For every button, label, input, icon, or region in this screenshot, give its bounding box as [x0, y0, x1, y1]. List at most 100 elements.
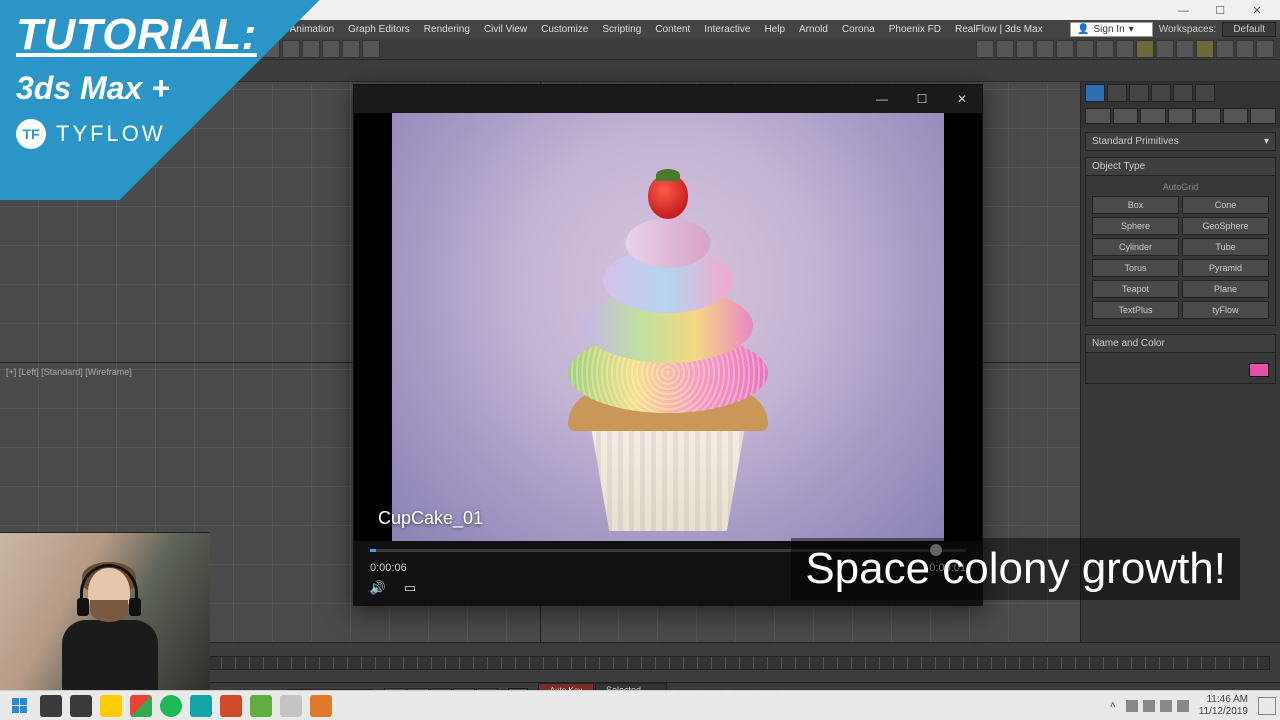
task-search-icon[interactable] — [40, 695, 62, 717]
video-maximize-button[interactable]: ☐ — [902, 85, 942, 113]
task-spotify-icon[interactable] — [160, 695, 182, 717]
task-app-icon[interactable] — [220, 695, 242, 717]
menu-corona[interactable]: Corona — [836, 24, 881, 35]
presenter — [40, 560, 170, 690]
menu-customize[interactable]: Customize — [535, 24, 594, 35]
toolbar-button[interactable] — [996, 40, 1014, 58]
minimize-button[interactable]: — — [1166, 5, 1200, 17]
toolbar-button[interactable] — [1236, 40, 1254, 58]
task-app-icon[interactable] — [280, 695, 302, 717]
video-frame-image — [392, 113, 945, 541]
clock-time: 11:46 AM — [1199, 694, 1248, 706]
tab-display[interactable] — [1173, 84, 1193, 102]
cat-geometry[interactable] — [1085, 108, 1111, 124]
cat-cameras[interactable] — [1168, 108, 1194, 124]
cat-systems[interactable] — [1250, 108, 1276, 124]
toolbar-button[interactable] — [1216, 40, 1234, 58]
tab-modify[interactable] — [1107, 84, 1127, 102]
banner-subtitle: 3ds Max + — [16, 70, 364, 107]
video-close-button[interactable]: ✕ — [942, 85, 982, 113]
toolbar-button[interactable] — [1136, 40, 1154, 58]
cat-shapes[interactable] — [1113, 108, 1139, 124]
tray-chevron-icon[interactable]: ˄ — [1110, 700, 1116, 711]
obj-tyflow-button[interactable]: tyFlow — [1182, 301, 1269, 319]
signin-label: Sign In — [1094, 24, 1125, 35]
close-button[interactable]: ✕ — [1240, 4, 1274, 17]
volume-icon[interactable]: 🔊 — [370, 580, 386, 596]
obj-box-button[interactable]: Box — [1092, 196, 1179, 214]
menu-civilview[interactable]: Civil View — [478, 24, 533, 35]
autogrid-checkbox[interactable]: AutoGrid — [1092, 182, 1269, 192]
workspace-label: Workspaces: — [1159, 24, 1217, 35]
task-app-icon[interactable] — [310, 695, 332, 717]
tab-create[interactable] — [1085, 84, 1105, 102]
tab-utilities[interactable] — [1195, 84, 1215, 102]
toolbar-button[interactable] — [1156, 40, 1174, 58]
video-caption: CupCake_01 — [378, 508, 483, 529]
notifications-button[interactable] — [1258, 697, 1276, 715]
obj-teapot-button[interactable]: Teapot — [1092, 280, 1179, 298]
toolbar-button[interactable] — [1076, 40, 1094, 58]
toolbar-button[interactable] — [1116, 40, 1134, 58]
video-titlebar: — ☐ ✕ — [354, 85, 982, 113]
video-time-elapsed: 0:00:06 — [370, 562, 407, 574]
tray-volume-icon[interactable] — [1177, 700, 1189, 712]
video-minimize-button[interactable]: — — [862, 85, 902, 113]
video-player-window[interactable]: — ☐ ✕ CupCake_01 — [353, 84, 983, 606]
tab-hierarchy[interactable] — [1129, 84, 1149, 102]
task-explorer-icon[interactable] — [100, 695, 122, 717]
taskbar-clock[interactable]: 11:46 AM 11/12/2019 — [1199, 694, 1248, 717]
obj-geosphere-button[interactable]: GeoSphere — [1182, 217, 1269, 235]
rollout-name-color[interactable]: Name and Color — [1085, 334, 1276, 353]
subtitle-icon[interactable]: ▭ — [402, 580, 418, 596]
toolbar-button[interactable] — [1176, 40, 1194, 58]
menu-arnold[interactable]: Arnold — [793, 24, 834, 35]
obj-tube-button[interactable]: Tube — [1182, 238, 1269, 256]
rollout-object-type[interactable]: Object Type — [1085, 157, 1276, 176]
cat-helpers[interactable] — [1195, 108, 1221, 124]
tray-icon[interactable] — [1126, 700, 1138, 712]
cat-spacewarps[interactable] — [1223, 108, 1249, 124]
toolbar-button[interactable] — [1096, 40, 1114, 58]
obj-torus-button[interactable]: Torus — [1092, 259, 1179, 277]
toolbar-button[interactable] — [1036, 40, 1054, 58]
task-cortana-icon[interactable] — [70, 695, 92, 717]
webcam-inset — [0, 532, 210, 690]
menu-interactive[interactable]: Interactive — [698, 24, 756, 35]
obj-textplus-button[interactable]: TextPlus — [1092, 301, 1179, 319]
task-chrome-icon[interactable] — [130, 695, 152, 717]
rollout-title-label: Object Type — [1092, 161, 1145, 172]
tyflow-text: TYFLOW — [56, 121, 166, 147]
toolbar-button[interactable] — [1056, 40, 1074, 58]
tab-motion[interactable] — [1151, 84, 1171, 102]
obj-cylinder-button[interactable]: Cylinder — [1092, 238, 1179, 256]
menu-phoenixfd[interactable]: Phoenix FD — [883, 24, 947, 35]
menu-content[interactable]: Content — [649, 24, 696, 35]
obj-cone-button[interactable]: Cone — [1182, 196, 1269, 214]
tray-icon[interactable] — [1143, 700, 1155, 712]
start-button[interactable] — [4, 693, 34, 719]
obj-pyramid-button[interactable]: Pyramid — [1182, 259, 1269, 277]
color-swatch[interactable] — [1249, 363, 1269, 377]
menu-rendering[interactable]: Rendering — [418, 24, 476, 35]
menu-realflow[interactable]: RealFlow | 3ds Max — [949, 24, 1049, 35]
obj-plane-button[interactable]: Plane — [1182, 280, 1269, 298]
menu-scripting[interactable]: Scripting — [596, 24, 647, 35]
task-camtasia-icon[interactable] — [250, 695, 272, 717]
task-3dsmax-icon[interactable] — [190, 695, 212, 717]
tray-network-icon[interactable] — [1160, 700, 1172, 712]
workspace-dropdown[interactable]: Default — [1222, 22, 1276, 37]
cat-lights[interactable] — [1140, 108, 1166, 124]
viewport-label[interactable]: [+] [Left] [Standard] [Wireframe] — [6, 367, 132, 377]
toolbar-button[interactable] — [976, 40, 994, 58]
primitives-dropdown[interactable]: Standard Primitives ▾ — [1085, 132, 1276, 151]
toolbar-button[interactable] — [1196, 40, 1214, 58]
rollout-title-label: Name and Color — [1092, 338, 1165, 349]
video-content[interactable] — [354, 113, 982, 541]
toolbar-button[interactable] — [1016, 40, 1034, 58]
maximize-button[interactable]: ☐ — [1203, 4, 1237, 17]
toolbar-button[interactable] — [1256, 40, 1274, 58]
signin-button[interactable]: 👤 Sign In ▾ — [1070, 22, 1153, 37]
obj-sphere-button[interactable]: Sphere — [1092, 217, 1179, 235]
menu-help[interactable]: Help — [758, 24, 791, 35]
